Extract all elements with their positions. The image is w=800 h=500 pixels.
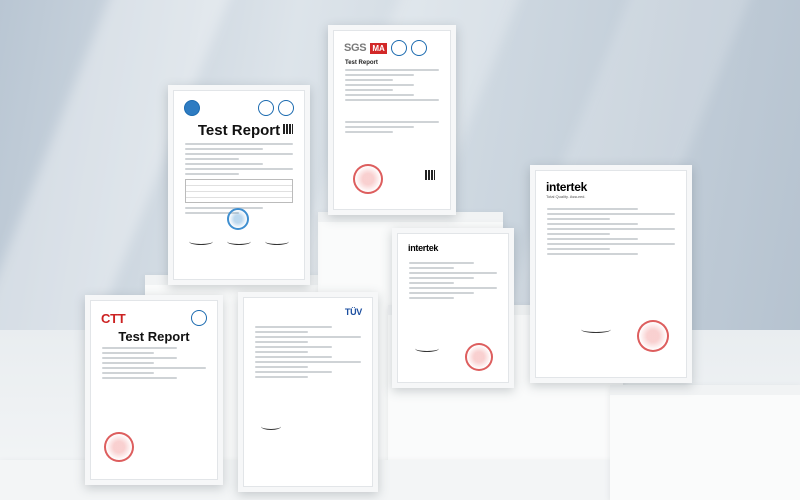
accreditation-icon bbox=[258, 100, 274, 116]
signature bbox=[227, 238, 251, 245]
red-stamp-icon bbox=[353, 164, 383, 194]
certificate-document: TÜV bbox=[249, 303, 367, 481]
red-stamp-icon bbox=[465, 343, 493, 371]
tuv-logo: TÜV bbox=[344, 307, 362, 317]
logo-icon bbox=[184, 100, 200, 116]
certificate-frame: TÜV bbox=[238, 292, 378, 492]
certificate-document: SGS MA Test Report bbox=[339, 36, 445, 204]
cma-icon: MA bbox=[370, 42, 387, 54]
red-stamp-icon bbox=[104, 432, 134, 462]
intertek-logo: intertek bbox=[408, 243, 439, 253]
certificate-frame: Test Report bbox=[168, 85, 310, 285]
qr-code-icon bbox=[283, 124, 293, 134]
red-stamp-icon bbox=[637, 320, 669, 352]
certificate-title: Test Report bbox=[197, 122, 281, 139]
cnas-icon bbox=[278, 100, 294, 116]
signature bbox=[189, 238, 213, 245]
intertek-tagline: Total Quality. Assured. bbox=[546, 194, 586, 199]
results-table bbox=[185, 179, 293, 203]
accreditation-icon bbox=[191, 310, 207, 326]
certificate-document: intertek Total Quality. Assured. bbox=[541, 176, 681, 372]
certificate-document: Test Report bbox=[179, 96, 299, 274]
certificate-frame: intertek Total Quality. Assured. bbox=[530, 165, 692, 383]
certificate-frame: CTT Test Report bbox=[85, 295, 223, 485]
accreditation-icon bbox=[390, 40, 407, 56]
intertek-logo: intertek bbox=[546, 180, 587, 194]
cnas-icon bbox=[410, 40, 427, 56]
ctt-logo: CTT bbox=[101, 310, 126, 326]
certificate-frame: intertek bbox=[392, 228, 514, 388]
sgs-logo: SGS bbox=[344, 42, 367, 54]
certificate-title: Test Report bbox=[345, 60, 378, 66]
signature bbox=[415, 345, 439, 352]
certificate-document: CTT Test Report bbox=[96, 306, 212, 474]
certificate-title: Test Report bbox=[118, 329, 190, 344]
seal-icon bbox=[227, 208, 249, 230]
qr-code-icon bbox=[425, 170, 435, 180]
signature bbox=[261, 423, 281, 430]
signature bbox=[265, 238, 289, 245]
signature bbox=[581, 326, 611, 333]
certificate-document: intertek bbox=[403, 239, 503, 377]
product-photo-scene: Test Report SGS MA Test Report intertek … bbox=[0, 0, 800, 500]
pedestal bbox=[610, 385, 800, 500]
certificate-frame: SGS MA Test Report bbox=[328, 25, 456, 215]
